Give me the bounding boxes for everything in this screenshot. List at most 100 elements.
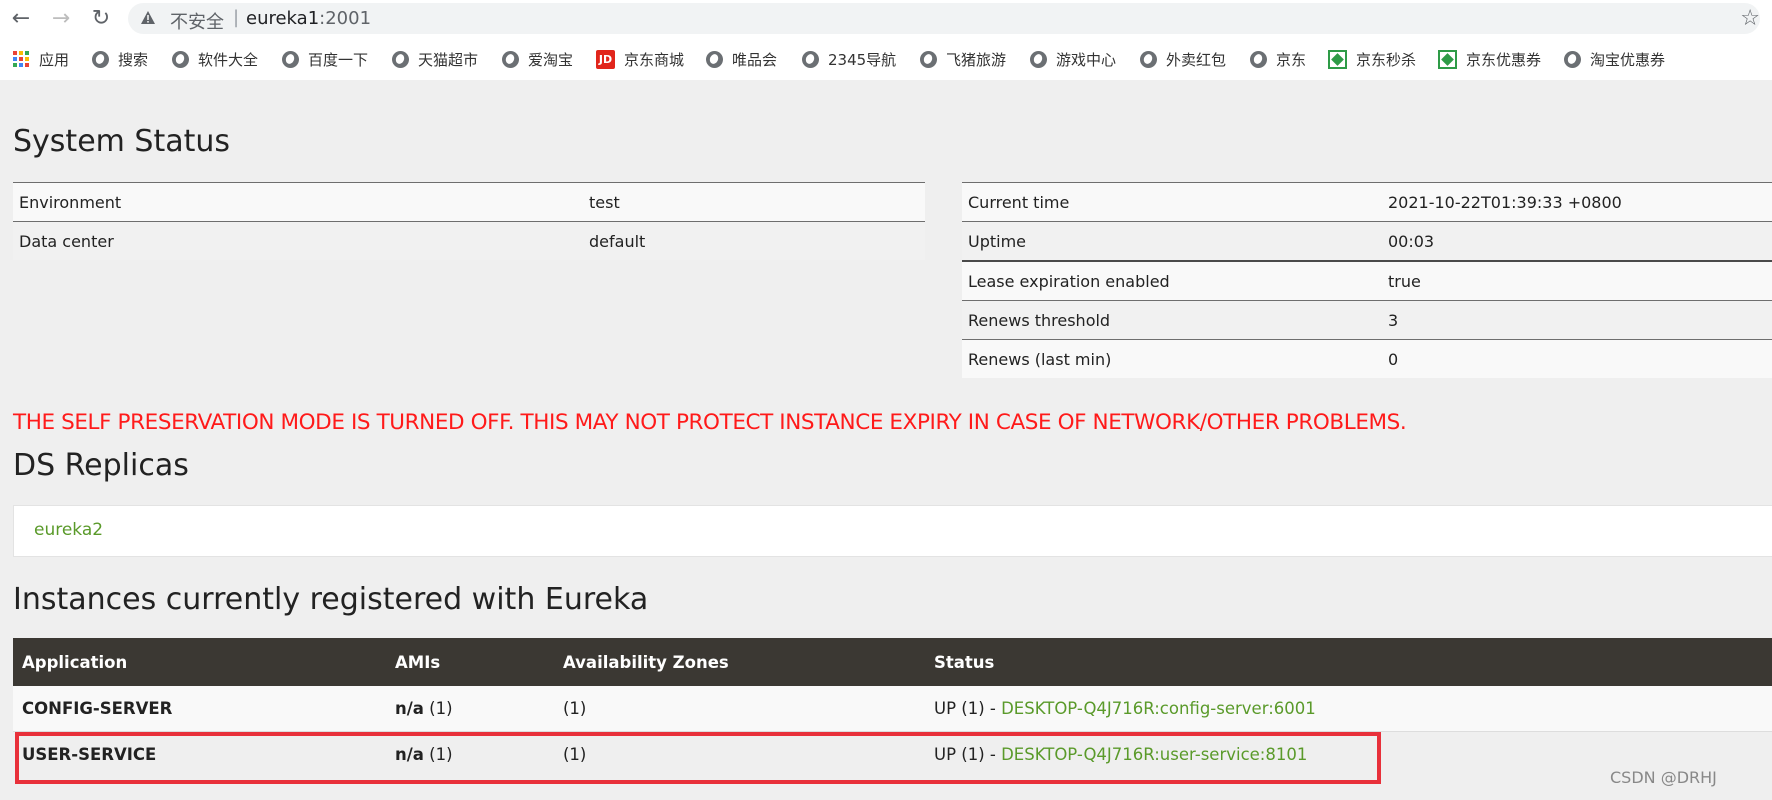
status-key: Uptime [968,231,1027,251]
status-cell: UP (1) - DESKTOP-Q4J716R:config-server:6… [925,686,1772,732]
bookmark-software[interactable]: 软件大全 [172,48,258,70]
status-row: Current time 2021-10-22T01:39:33 +0800 [962,182,1772,222]
bookmark-jd-coupon[interactable]: 京东优惠券 [1438,48,1541,70]
ds-replicas-title: DS Replicas [13,448,189,483]
bookmark-aitaobao[interactable]: 爱淘宝 [502,48,573,70]
green-square-icon [1328,49,1347,69]
globe-icon [172,50,189,68]
url-text[interactable]: eureka1:2001 [246,8,371,29]
status-key: Renews threshold [968,310,1111,330]
application-name: USER-SERVICE [13,731,386,777]
bookmark-label: 天猫超市 [418,50,479,69]
status-row: Environment test [13,182,925,222]
status-key: Data center [19,231,114,251]
green-square-icon [1438,49,1457,69]
globe-icon [92,50,109,68]
zones-cell: (1) [554,686,925,732]
status-key: Lease expiration enabled [968,271,1170,291]
status-row: Uptime 00:03 [962,221,1772,261]
bookmark-label: 外卖红包 [1166,50,1227,69]
status-value: true [1388,271,1421,291]
status-key: Environment [19,192,122,212]
instance-link[interactable]: DESKTOP-Q4J716R:config-server:6001 [1001,699,1316,718]
self-preservation-warning: THE SELF PRESERVATION MODE IS TURNED OFF… [13,410,1407,435]
bookmark-jd-seckill[interactable]: 京东秒杀 [1328,48,1416,70]
status-row: Renews threshold 3 [962,300,1772,340]
status-row: Renews (last min) 0 [962,339,1772,378]
bookmark-games[interactable]: 游戏中心 [1030,48,1116,70]
bookmark-label: 应用 [39,50,70,69]
zones-cell: (1) [554,731,925,777]
header-status: Status [925,638,1772,686]
insecure-label[interactable]: 不安全 [170,8,224,34]
bookmark-label: 京东 [1276,50,1307,69]
instances-table: Application AMIs Availability Zones Stat… [13,638,1772,777]
bookmark-2345[interactable]: 2345导航 [802,48,896,70]
bookmark-baidu[interactable]: 百度一下 [282,48,368,70]
bookmark-jd[interactable]: 京东 [1250,48,1306,70]
instances-title: Instances currently registered with Eure… [13,582,649,617]
warning-triangle-icon[interactable] [141,11,155,24]
bookmark-label: 百度一下 [308,50,369,69]
header-amis: AMIs [386,638,554,686]
instances-header-row: Application AMIs Availability Zones Stat… [13,638,1772,686]
amis-cell: n/a (1) [386,686,554,732]
bookmark-fliggy[interactable]: 飞猪旅游 [920,48,1006,70]
bookmark-search[interactable]: 搜索 [92,48,148,70]
status-prefix: UP (1) - [934,745,1002,764]
forward-icon[interactable]: → [49,6,73,31]
system-status-left-table: Environment test Data center default [13,182,925,260]
globe-icon [1250,50,1267,68]
table-row: USER-SERVICE n/a (1) (1) UP (1) - DESKTO… [13,731,1772,777]
globe-icon [1140,50,1157,68]
bookmark-label: 京东优惠券 [1466,50,1542,69]
bookmark-takeout[interactable]: 外卖红包 [1140,48,1226,70]
bookmark-jd-mall[interactable]: JD 京东商城 [596,48,684,70]
bookmark-vip[interactable]: 唯品会 [706,48,777,70]
status-key: Current time [968,192,1070,212]
status-prefix: UP (1) - [934,699,1002,718]
table-row: CONFIG-SERVER n/a (1) (1) UP (1) - DESKT… [13,686,1772,732]
instance-link[interactable]: DESKTOP-Q4J716R:user-service:8101 [1001,745,1307,764]
apps-grid-icon [13,50,30,68]
amis-cell: n/a (1) [386,731,554,777]
header-zones: Availability Zones [554,638,925,686]
status-row: Data center default [13,221,925,260]
replica-link[interactable]: eureka2 [34,520,103,540]
bookmark-taobao-coupon[interactable]: 淘宝优惠券 [1564,48,1665,70]
amis-count: (1) [429,699,453,718]
globe-icon [1564,50,1581,68]
replicas-list: eureka2 [13,505,1772,557]
header-application: Application [13,638,386,686]
url-separator: | [233,7,240,28]
bookmark-label: 飞猪旅游 [946,50,1007,69]
address-bar[interactable]: 不安全 | eureka1:2001 ☆ [128,3,1760,34]
amis-value: n/a [395,699,424,718]
bookmark-apps[interactable]: 应用 [13,48,69,70]
amis-value: n/a [395,745,424,764]
back-icon[interactable]: ← [9,6,33,31]
globe-icon [802,50,819,68]
amis-count: (1) [429,745,453,764]
bookmarks-bar: 应用 搜索 软件大全 百度一下 天猫超市 爱淘宝 JD 京东商城 唯品会 234… [0,44,1772,74]
bookmark-label: 京东秒杀 [1356,50,1417,69]
reload-icon[interactable]: ↻ [89,6,113,31]
bookmark-tmall[interactable]: 天猫超市 [392,48,478,70]
globe-icon [920,50,937,68]
bookmark-label: 软件大全 [198,50,259,69]
globe-icon [392,50,409,68]
globe-icon [282,50,299,68]
system-status-right-table: Current time 2021-10-22T01:39:33 +0800 U… [962,182,1772,378]
status-key: Renews (last min) [968,349,1112,369]
jd-icon: JD [596,49,615,69]
bookmark-label: 爱淘宝 [528,50,574,69]
status-row: Lease expiration enabled true [962,261,1772,301]
globe-icon [502,50,519,68]
url-host: eureka1 [246,8,320,29]
bookmark-label: 搜索 [118,50,149,69]
bookmark-label: 2345导航 [828,50,897,69]
bookmark-star-icon[interactable]: ☆ [1740,6,1760,31]
application-name: CONFIG-SERVER [13,686,386,732]
status-value: test [589,192,620,212]
watermark: CSDN @DRHJ [1610,768,1717,787]
